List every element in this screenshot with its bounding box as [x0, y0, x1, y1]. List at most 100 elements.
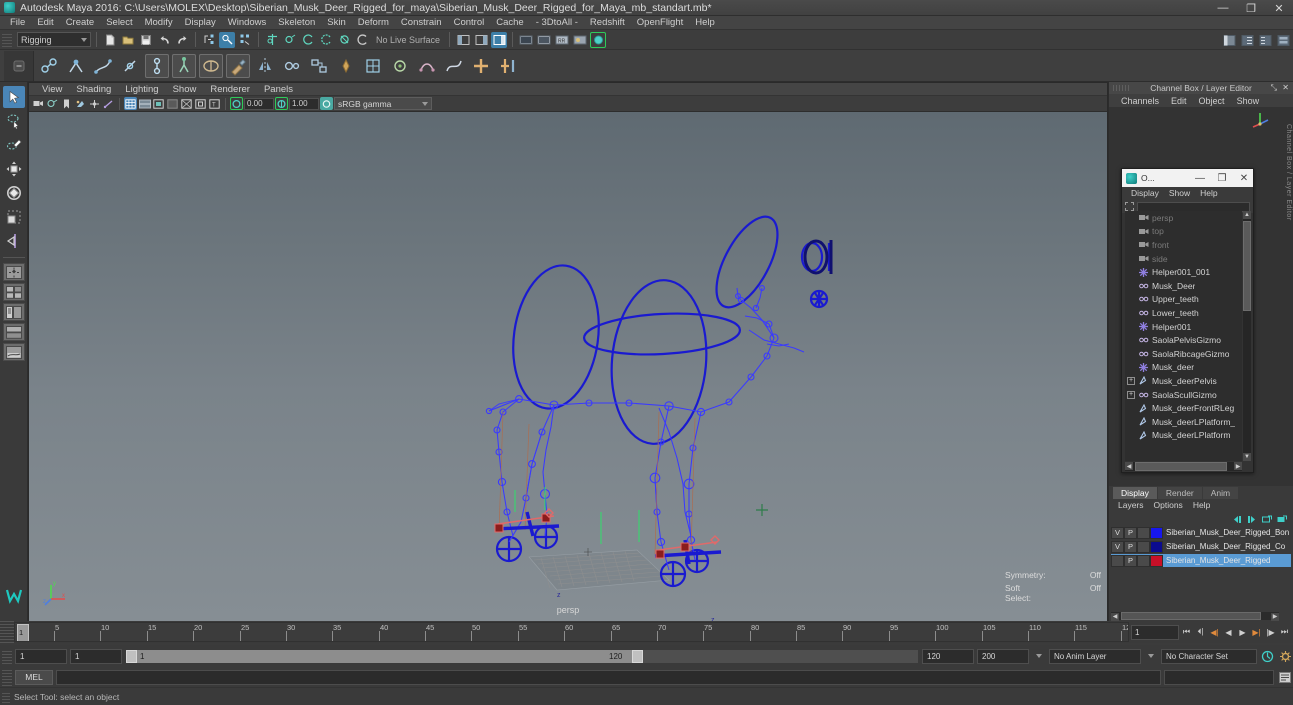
snap-to-grid-icon[interactable]: [264, 32, 280, 48]
shelf-cluster-icon[interactable]: [388, 54, 412, 78]
menu-control[interactable]: Control: [448, 16, 491, 30]
character-set-selector[interactable]: No Character Set: [1161, 648, 1257, 664]
step-forward-keyframe-icon[interactable]: |▶: [1264, 625, 1277, 640]
shelf-ik-handle-icon[interactable]: [64, 54, 88, 78]
viewport-color-profile-select[interactable]: sRGB gamma: [334, 97, 432, 110]
minimize-button[interactable]: —: [1209, 0, 1237, 16]
layer-list-horizontal-scrollbar[interactable]: ◀ ▶: [1111, 612, 1279, 621]
menu-select[interactable]: Select: [100, 16, 138, 30]
render-current-frame-icon[interactable]: [518, 32, 534, 48]
menu-set-selector[interactable]: Rigging: [17, 32, 91, 47]
layout-persp-graph-icon[interactable]: [2, 343, 25, 361]
scroll-left-icon[interactable]: ◀: [1111, 612, 1119, 621]
tab-render[interactable]: Render: [1157, 487, 1202, 499]
show-tool-settings-icon[interactable]: [473, 32, 489, 48]
channel-menu-object[interactable]: Object: [1193, 94, 1231, 108]
anim-layer-chevron-icon[interactable]: [1144, 649, 1158, 664]
layer-row[interactable]: P Siberian_Musk_Deer_Rigged: [1111, 554, 1291, 567]
layer-hscroll-thumb[interactable]: [1121, 612, 1261, 620]
layout-four-view-icon[interactable]: [2, 283, 25, 301]
tab-display[interactable]: Display: [1113, 487, 1157, 499]
animation-start-field[interactable]: 1: [70, 648, 122, 664]
range-bar[interactable]: 1 120: [125, 648, 919, 664]
paint-select-tool-icon[interactable]: [3, 134, 25, 156]
menu-constrain[interactable]: Constrain: [395, 16, 448, 30]
outliner-menu-help[interactable]: Help: [1195, 187, 1222, 200]
layer-playback-toggle[interactable]: P: [1124, 554, 1137, 567]
step-back-keyframe-icon[interactable]: ⏴|: [1194, 625, 1207, 640]
layer-playback-toggle[interactable]: P: [1124, 540, 1137, 553]
outliner-item-saolaribcagegizmo[interactable]: SaolaRibcageGizmo: [1125, 347, 1242, 361]
outliner-item-upper-teeth[interactable]: Upper_teeth: [1125, 293, 1242, 307]
lasso-select-tool-icon[interactable]: [3, 110, 25, 132]
close-button[interactable]: ✕: [1265, 0, 1293, 16]
viewport-menu-lighting[interactable]: Lighting: [118, 83, 165, 96]
viewport-light-icon[interactable]: [102, 97, 115, 110]
new-empty-layer-icon[interactable]: [1262, 514, 1272, 524]
menu-windows[interactable]: Windows: [222, 16, 273, 30]
ipr-render-icon[interactable]: [536, 32, 552, 48]
outliner-item-lower-teeth[interactable]: Lower_teeth: [1125, 306, 1242, 320]
layer-menu-options[interactable]: Options: [1149, 499, 1188, 512]
playback-options-chevron-icon[interactable]: [1032, 649, 1046, 664]
shelf-skeleton-icon[interactable]: [172, 53, 196, 78]
select-by-object-icon[interactable]: [219, 31, 235, 48]
viewport-shaded-textured-icon[interactable]: [152, 97, 165, 110]
snap-to-view-plane-icon[interactable]: [336, 32, 352, 48]
outliner-item-saolasculgizmo[interactable]: + SaolaScullGizmo: [1125, 388, 1242, 402]
viewport-use-default-material-icon[interactable]: [166, 97, 179, 110]
viewport-smooth-shade-icon[interactable]: [138, 97, 151, 110]
sidebar-attribute-editor-icon[interactable]: [1221, 32, 1237, 48]
snap-to-point-icon[interactable]: [300, 32, 316, 48]
maximize-button[interactable]: ❐: [1237, 0, 1265, 16]
layer-display-type-toggle[interactable]: [1137, 526, 1150, 539]
layer-display-type-toggle[interactable]: [1137, 540, 1150, 553]
menu-skin[interactable]: Skin: [321, 16, 351, 30]
outliner-menu-show[interactable]: Show: [1164, 187, 1195, 200]
viewport-xray-icon[interactable]: [180, 97, 193, 110]
channel-menu-channels[interactable]: Channels: [1115, 94, 1165, 108]
animation-preferences-icon[interactable]: [1278, 649, 1293, 664]
outliner-item-musk-deer[interactable]: Musk_Deer: [1125, 279, 1242, 293]
shelf-bind-skin-icon[interactable]: [199, 53, 223, 78]
menu-openflight[interactable]: OpenFlight: [631, 16, 689, 30]
shelf-tab-strip[interactable]: [4, 50, 34, 81]
outliner-menu-display[interactable]: Display: [1126, 187, 1164, 200]
render-view-icon[interactable]: [590, 32, 606, 48]
anim-layer-selector[interactable]: No Anim Layer: [1049, 648, 1141, 664]
move-layer-down-icon[interactable]: [1247, 514, 1257, 524]
new-scene-icon[interactable]: [102, 32, 118, 48]
select-by-hierarchy-icon[interactable]: [201, 32, 217, 48]
shelf-joint-tool-icon[interactable]: [37, 54, 61, 78]
new-layer-from-selected-icon[interactable]: [1277, 514, 1287, 524]
outliner-item-helper001-001[interactable]: Helper001_001: [1125, 265, 1242, 279]
viewport-two-sided-lighting-icon[interactable]: [88, 97, 101, 110]
layer-visibility-toggle[interactable]: V: [1111, 526, 1124, 539]
menu-3dtoall[interactable]: - 3DtoAll -: [530, 16, 584, 30]
outliner-close-button[interactable]: ✕: [1235, 169, 1253, 187]
outliner-item-musk-deerfrontrleg[interactable]: Musk_deerFrontRLeg: [1125, 401, 1242, 415]
scroll-down-icon[interactable]: ▼: [1243, 453, 1251, 461]
go-to-end-icon[interactable]: ⏭: [1278, 625, 1291, 640]
viewport-xray-joints-icon[interactable]: [194, 97, 207, 110]
scroll-right-icon[interactable]: ▶: [1234, 462, 1242, 470]
rotate-tool-icon[interactable]: [3, 182, 25, 204]
outliner-list[interactable]: persp top front side Helper001_001 Musk_…: [1125, 211, 1242, 461]
outliner-search-input[interactable]: [1137, 201, 1250, 212]
viewport-gamma-value[interactable]: 1.00: [289, 97, 319, 110]
layer-menu-layers[interactable]: Layers: [1113, 499, 1149, 512]
layer-row[interactable]: V P Siberian_Musk_Deer_Rigged_Co: [1111, 540, 1291, 553]
outliner-minimize-button[interactable]: —: [1191, 169, 1209, 187]
outliner-item-musk-deerpelvis[interactable]: + Musk_deerPelvis: [1125, 374, 1242, 388]
snap-to-curve-icon[interactable]: [282, 32, 298, 48]
show-attribute-editor-icon[interactable]: [455, 32, 471, 48]
scale-tool-icon[interactable]: [3, 206, 25, 228]
outliner-vscroll-thumb[interactable]: [1243, 221, 1251, 311]
outliner-filter-icon[interactable]: [1125, 202, 1134, 211]
go-to-start-icon[interactable]: ⏮: [1180, 625, 1193, 640]
viewport-gamma-toggle-icon[interactable]: [275, 97, 288, 110]
layer-playback-toggle[interactable]: P: [1124, 526, 1137, 539]
layer-visibility-toggle[interactable]: [1111, 554, 1124, 567]
shelf-constraint-icon[interactable]: [280, 54, 304, 78]
shelf-parent-constraint-icon[interactable]: [307, 54, 331, 78]
